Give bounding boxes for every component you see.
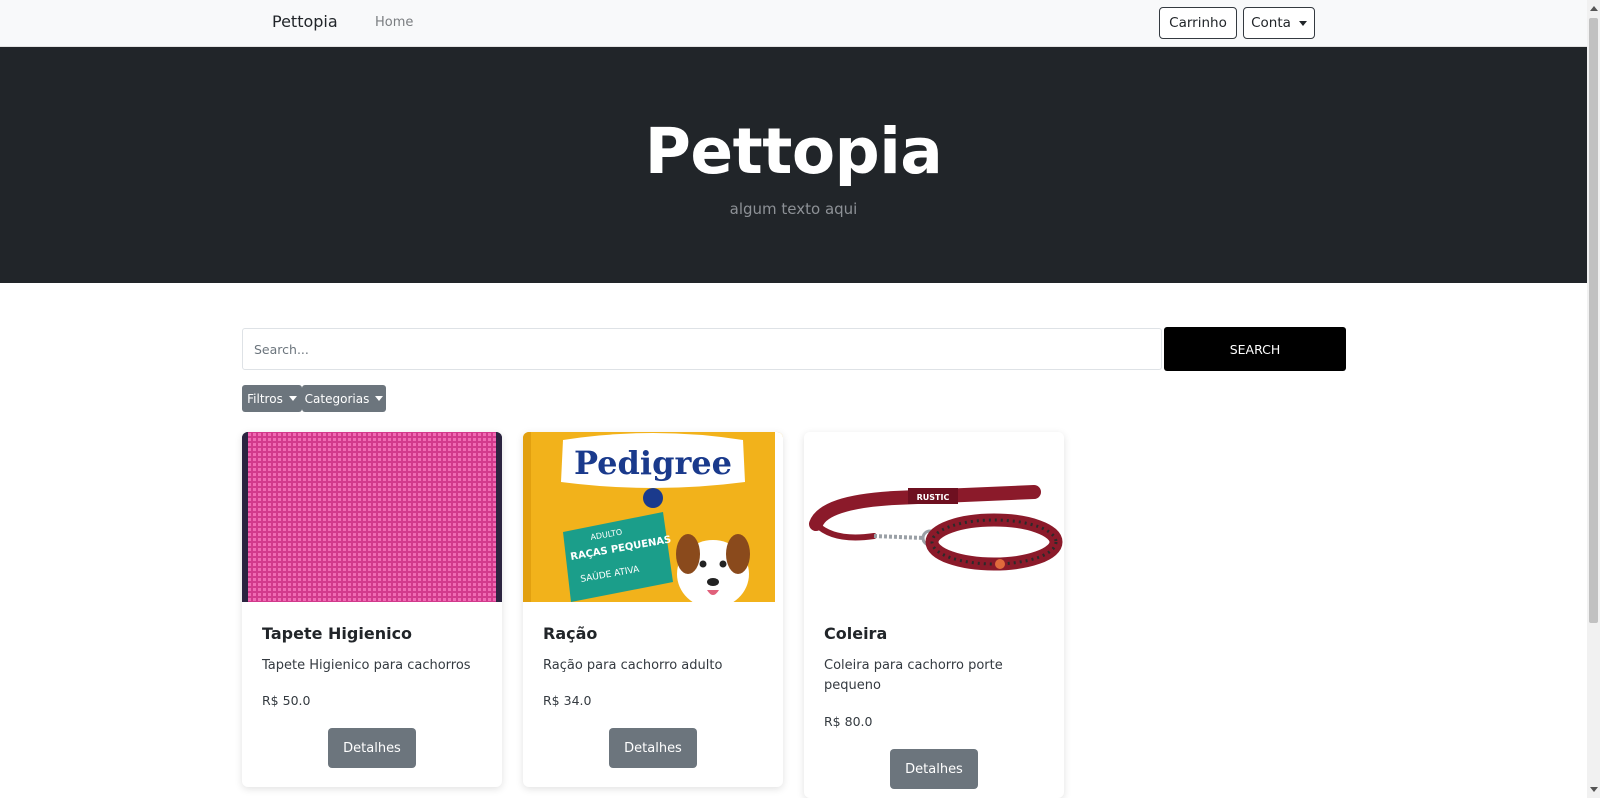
dog-food-bag-image: Pedigree ADULTO RAÇAS PEQUENAS SAÚDE ATI… (523, 432, 783, 602)
pedigree-logo-text: Pedigree (574, 444, 732, 482)
account-button-label: Conta (1251, 15, 1291, 31)
product-title: Ração (543, 624, 598, 643)
nav-link-home[interactable]: Home (375, 15, 413, 30)
search-button-label: SEARCH (1229, 341, 1281, 357)
product-description: Coleira para cachorro porte pequeno (824, 658, 1003, 693)
product-description: Ração para cachorro adulto (543, 658, 723, 673)
cart-button-label: Carrinho (1169, 15, 1227, 31)
product-description: Tapete Higienico para cachorros (262, 658, 471, 673)
details-button-label: Detalhes (905, 761, 963, 777)
hero-banner: Pettopia algum texto aqui (0, 47, 1587, 283)
hero-subtitle: algum texto aqui (729, 200, 858, 218)
product-card-coleira: RUSTIC Coleira Coleira para cachorro por… (804, 432, 1064, 798)
scroll-up-arrow-icon[interactable] (1590, 6, 1598, 11)
dog-collar-leash-image: RUSTIC (804, 432, 1064, 602)
chevron-down-icon (375, 396, 384, 401)
search-input[interactable] (242, 328, 1162, 370)
top-navbar: Pettopia Home Carrinho Conta (0, 0, 1587, 47)
page-scrollbar[interactable] (1587, 0, 1600, 798)
details-button[interactable]: Detalhes (609, 728, 697, 768)
product-price: R$ 34.0 (543, 693, 592, 708)
details-button[interactable]: Detalhes (890, 749, 978, 789)
account-dropdown-button[interactable]: Conta (1243, 7, 1315, 39)
hero-title: Pettopia (644, 115, 943, 188)
categories-label: Categorias (304, 391, 370, 406)
hygienic-mat-image (242, 432, 502, 602)
details-button[interactable]: Detalhes (328, 728, 416, 768)
chevron-down-icon (1298, 20, 1307, 26)
navbar-brand[interactable]: Pettopia (272, 12, 338, 31)
filters-dropdown-button[interactable]: Filtros (242, 385, 302, 412)
collar-tag-text: RUSTIC (917, 493, 950, 502)
filters-label: Filtros (247, 391, 283, 406)
product-price: R$ 80.0 (824, 714, 873, 729)
product-card-tapete: Tapete Higienico Tapete Higienico para c… (242, 432, 502, 787)
categories-dropdown-button[interactable]: Categorias (302, 385, 386, 412)
details-button-label: Detalhes (624, 740, 682, 756)
scrollbar-thumb[interactable] (1589, 18, 1598, 623)
chevron-down-icon (288, 396, 297, 401)
product-card-racao: Pedigree ADULTO RAÇAS PEQUENAS SAÚDE ATI… (523, 432, 783, 787)
scroll-down-arrow-icon[interactable] (1590, 787, 1598, 792)
product-price: R$ 50.0 (262, 693, 311, 708)
details-button-label: Detalhes (343, 740, 401, 756)
search-button[interactable]: SEARCH (1164, 327, 1346, 371)
product-title: Tapete Higienico (262, 624, 413, 643)
product-title: Coleira (824, 624, 888, 643)
cart-button[interactable]: Carrinho (1159, 7, 1237, 39)
